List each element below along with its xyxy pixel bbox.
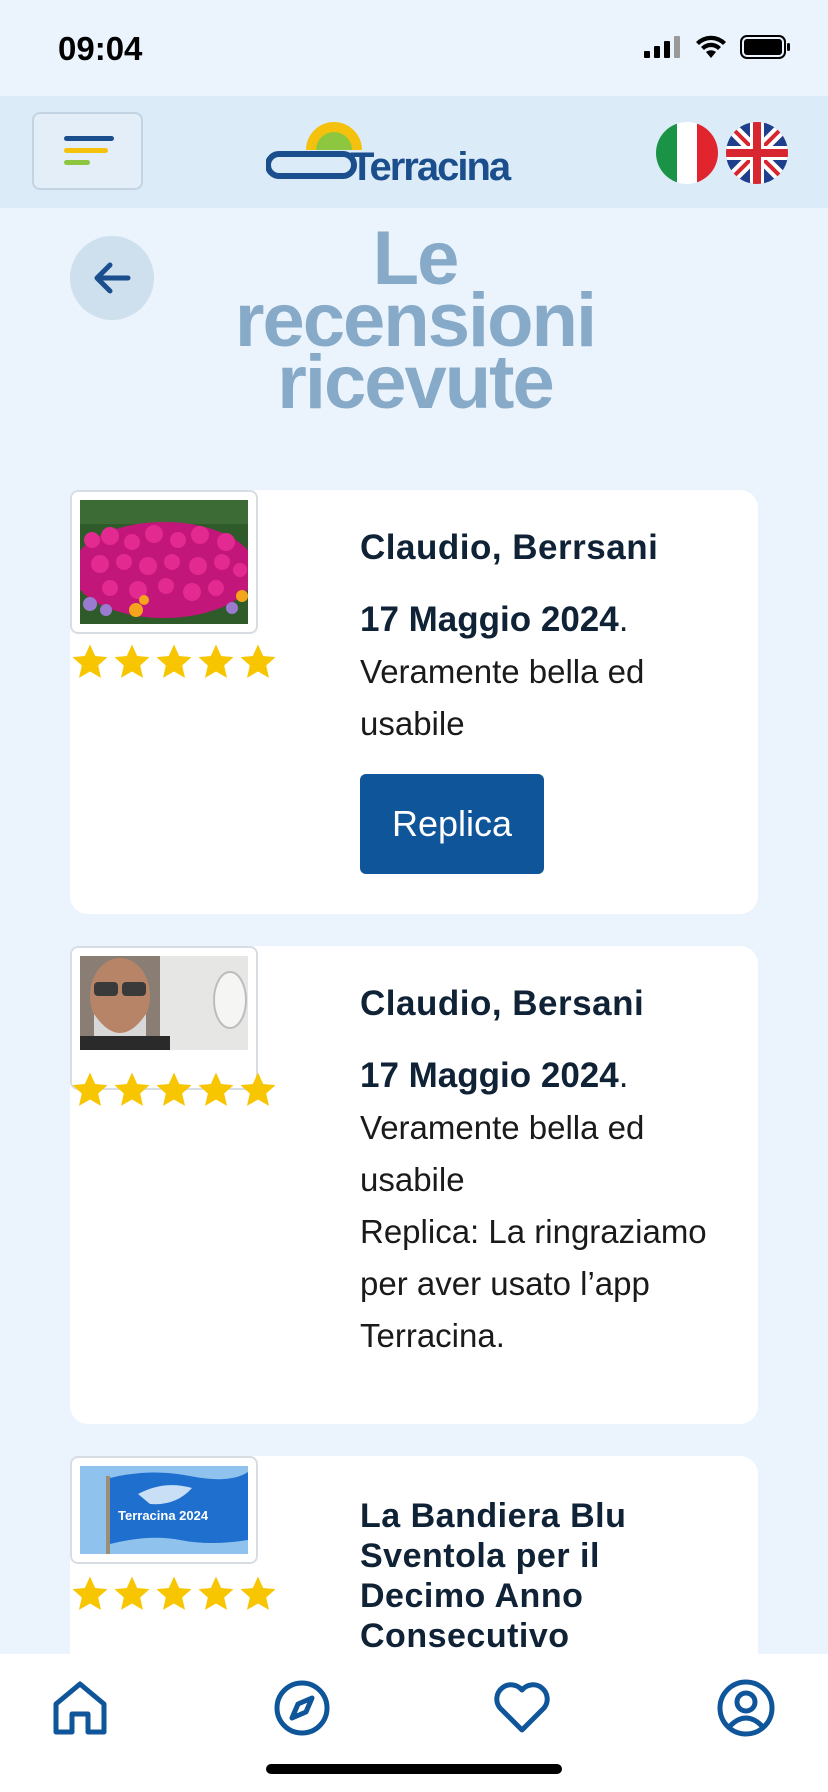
app-header: Terracina bbox=[0, 96, 828, 208]
review-date: 17 Maggio 2024. bbox=[360, 1050, 720, 1102]
star-icon bbox=[156, 644, 192, 678]
review-text: Veramente bella ed usabile bbox=[360, 1109, 645, 1198]
heart-icon bbox=[494, 1682, 550, 1733]
status-bar: 09:04 bbox=[0, 0, 828, 96]
menu-button[interactable] bbox=[32, 112, 143, 190]
man-selfie-photo bbox=[80, 956, 248, 1050]
reply-button[interactable]: Replica bbox=[360, 774, 544, 874]
star-icon bbox=[198, 1072, 234, 1106]
review-body: Claudio, Berrsani 17 Maggio 2024. Verame… bbox=[360, 528, 720, 874]
menu-bar-icon bbox=[64, 136, 114, 141]
star-icon bbox=[114, 1072, 150, 1106]
review-body: Claudio, Bersani 17 Maggio 2024. Veramen… bbox=[360, 984, 720, 1362]
nav-favorites[interactable] bbox=[490, 1676, 554, 1740]
news-title: La Bandiera Blu Sventola per il Decimo A… bbox=[360, 1497, 627, 1655]
nav-home[interactable] bbox=[48, 1676, 112, 1740]
star-icon bbox=[114, 644, 150, 678]
rating-stars bbox=[70, 642, 278, 682]
review-date-value: 17 Maggio 2024 bbox=[360, 1056, 619, 1095]
status-icons bbox=[644, 34, 792, 60]
review-date-suffix: . bbox=[618, 600, 629, 639]
review-card: Claudio, Bersani 17 Maggio 2024. Veramen… bbox=[70, 946, 758, 1424]
review-image[interactable] bbox=[70, 490, 258, 634]
nav-explore[interactable] bbox=[270, 1676, 334, 1740]
reviewer-name: Claudio, Berrsani bbox=[360, 528, 659, 567]
back-button[interactable] bbox=[70, 236, 154, 320]
star-icon bbox=[72, 1072, 108, 1106]
rating-stars bbox=[70, 1070, 278, 1110]
blue-flag-photo: Terracina 2024 bbox=[80, 1466, 248, 1554]
star-icon bbox=[198, 1576, 234, 1610]
nav-profile[interactable] bbox=[714, 1676, 778, 1740]
review-date-suffix: . bbox=[618, 1056, 629, 1095]
profile-icon bbox=[717, 1679, 775, 1737]
star-icon bbox=[156, 1576, 192, 1610]
star-icon bbox=[72, 644, 108, 678]
battery-icon bbox=[740, 35, 790, 59]
menu-bar-icon bbox=[64, 148, 108, 153]
status-time: 09:04 bbox=[58, 30, 143, 67]
uk-flag-icon[interactable] bbox=[726, 122, 788, 184]
reviewer-name: Claudio, Bersani bbox=[360, 984, 645, 1023]
news-body: La Bandiera Blu Sventola per il Decimo A… bbox=[360, 1496, 720, 1656]
svg-text:Terracina: Terracina bbox=[350, 145, 512, 188]
svg-text:Terracina 2024: Terracina 2024 bbox=[118, 1508, 209, 1523]
reply-text: Replica: La ringraziamo per aver usato l… bbox=[360, 1213, 707, 1354]
star-icon bbox=[114, 1576, 150, 1610]
review-date-value: 17 Maggio 2024 bbox=[360, 600, 619, 639]
review-date: 17 Maggio 2024. bbox=[360, 594, 720, 646]
review-image[interactable] bbox=[70, 946, 258, 1090]
wifi-icon bbox=[696, 35, 726, 58]
cellular-signal-icon bbox=[644, 36, 680, 58]
star-icon bbox=[240, 1576, 276, 1610]
arrow-left-icon bbox=[94, 262, 131, 294]
italian-flag-icon[interactable] bbox=[656, 122, 718, 184]
rating-stars bbox=[70, 1574, 278, 1614]
terracina-logo[interactable]: Terracina bbox=[266, 118, 536, 188]
compass-icon bbox=[274, 1680, 330, 1736]
star-icon bbox=[240, 1072, 276, 1106]
menu-bar-icon bbox=[64, 160, 90, 165]
star-icon bbox=[156, 1072, 192, 1106]
review-text: Veramente bella ed usabile bbox=[360, 653, 645, 742]
review-card: Claudio, Berrsani 17 Maggio 2024. Verame… bbox=[70, 490, 758, 914]
pink-flowers-photo bbox=[80, 500, 248, 624]
news-image[interactable]: Terracina 2024 bbox=[70, 1456, 258, 1564]
home-icon bbox=[53, 1681, 107, 1735]
page-title: Le recensioni ricevute bbox=[234, 216, 597, 425]
star-icon bbox=[72, 1576, 108, 1610]
star-icon bbox=[240, 644, 276, 678]
home-indicator[interactable] bbox=[266, 1764, 562, 1774]
star-icon bbox=[198, 644, 234, 678]
